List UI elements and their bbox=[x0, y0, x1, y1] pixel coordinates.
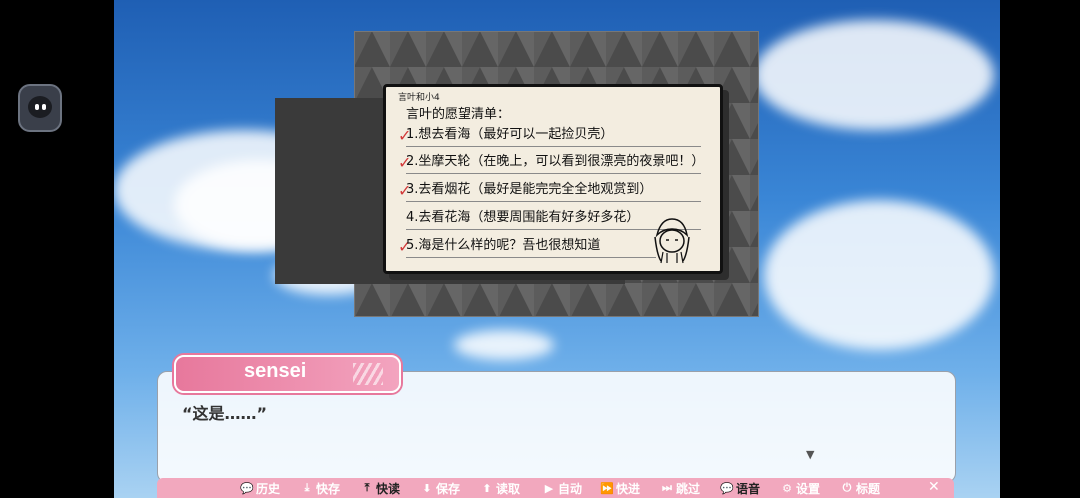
menu-skip-button[interactable]: ⏭ 跳过 bbox=[660, 480, 700, 496]
menu-label: 自动 bbox=[558, 481, 583, 496]
menu-settings-button[interactable]: ⚙ 设置 bbox=[780, 480, 820, 496]
wish-item: 1.想去看海（最好可以一起捡贝壳） bbox=[406, 124, 701, 147]
letterbox-right bbox=[1000, 0, 1080, 498]
menu-label: 快进 bbox=[616, 481, 641, 496]
play-icon: ▶ bbox=[544, 481, 554, 495]
fast-forward-icon: ⏩ bbox=[600, 481, 614, 495]
download-icon: ⤓ bbox=[304, 481, 310, 494]
eye-icon bbox=[35, 104, 39, 110]
cloud bbox=[454, 330, 554, 360]
menu-label: 快读 bbox=[376, 481, 401, 496]
chibi-doodle-icon bbox=[654, 218, 690, 264]
floating-assistant-button[interactable] bbox=[18, 84, 62, 132]
wish-item: 3.去看烟花（最好是能完完全全地观赏到） bbox=[406, 179, 701, 202]
menu-save-button[interactable]: ⬇ 保存 bbox=[420, 480, 460, 496]
menu-label: 跳过 bbox=[676, 481, 701, 496]
stripes-decoration bbox=[353, 363, 383, 385]
triangle-down-icon: ▼ bbox=[806, 448, 815, 461]
menu-auto-button[interactable]: ▶ 自动 bbox=[542, 480, 582, 496]
assistant-face-icon bbox=[28, 96, 52, 118]
letterbox-left bbox=[0, 0, 114, 498]
menu-label: 保存 bbox=[436, 481, 461, 496]
menu-label: 标题 bbox=[856, 481, 881, 496]
arrow-up-icon: ⬆ bbox=[482, 481, 492, 495]
eye-icon bbox=[42, 104, 46, 110]
menu-load-button[interactable]: ⬆ 读取 bbox=[480, 480, 520, 496]
speaker-namebox: sensei bbox=[174, 355, 401, 393]
skip-icon: ⏭ bbox=[662, 481, 672, 494]
wish-item: 2.坐摩天轮（在晚上，可以看到很漂亮的夜景吧！） bbox=[406, 151, 704, 174]
menu-history-button[interactable]: 💬 历史 bbox=[240, 480, 280, 496]
menu-title-button[interactable]: ⏻ 标题 bbox=[840, 480, 880, 496]
menu-quicksave-button[interactable]: ⤓ 快存 bbox=[300, 480, 340, 496]
speaker-name: sensei bbox=[244, 360, 307, 382]
menu-fastforward-button[interactable]: ⏩ 快进 bbox=[600, 480, 640, 496]
speech-icon: 💬 bbox=[720, 481, 734, 495]
cloud bbox=[754, 20, 994, 130]
arrow-down-icon: ⬇ bbox=[422, 481, 432, 495]
menu-label: 读取 bbox=[496, 481, 521, 496]
cloud bbox=[764, 200, 994, 350]
menu-label: 语音 bbox=[736, 481, 761, 496]
menu-label: 设置 bbox=[796, 481, 821, 496]
gear-icon: ⚙ bbox=[782, 481, 792, 495]
dialog-text: “这是……” bbox=[182, 404, 268, 423]
power-icon: ⏻ bbox=[842, 481, 852, 494]
menu-label: 历史 bbox=[256, 481, 281, 496]
upload-icon: ⤒ bbox=[364, 481, 370, 494]
note-small-title: 言叶和小4 bbox=[398, 93, 440, 103]
wish-item: 5.海是什么样的呢？吾也很想知道 bbox=[406, 235, 656, 258]
chat-icon: 💬 bbox=[240, 481, 254, 495]
note-heading: 言叶的愿望清单： bbox=[406, 107, 511, 122]
menu-quickload-button[interactable]: ⤒ 快读 bbox=[360, 480, 400, 496]
menu-label: 快存 bbox=[316, 481, 341, 496]
wish-list-note: 言叶和小4 言叶的愿望清单： ✓ 1.想去看海（最好可以一起捡贝壳） ✓ 2.坐… bbox=[383, 84, 723, 274]
close-icon[interactable]: ✕ bbox=[928, 479, 940, 495]
menu-voice-button[interactable]: 💬 语音 bbox=[720, 480, 760, 496]
